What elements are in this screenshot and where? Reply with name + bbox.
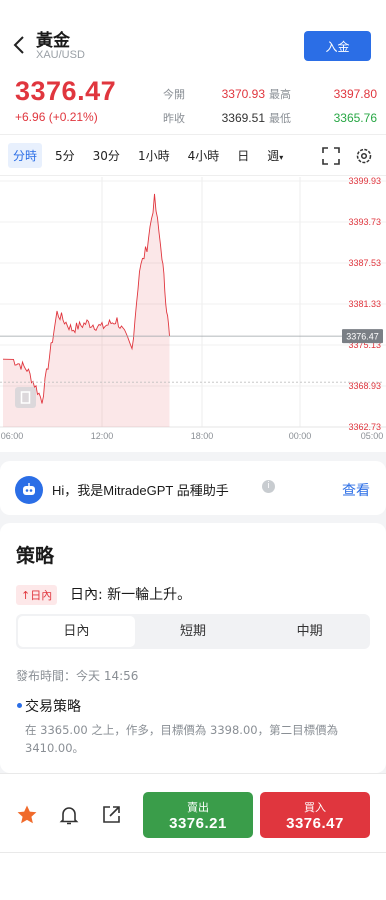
bottom-trade-bar: 賣出 3376.21 買入 3376.47: [0, 773, 386, 853]
buy-label: 買入: [304, 801, 326, 814]
strategy-headline: 日內: 新一輪上升。: [70, 587, 192, 603]
strategy-segment: 日內 短期 中期: [16, 614, 370, 649]
tab-timeframe[interactable]: 日: [232, 143, 254, 168]
segment-short-term[interactable]: 短期: [135, 616, 252, 647]
segment-intraday[interactable]: 日內: [18, 616, 135, 647]
timeframe-tabs: 分時 5分 30分 1小時 4小時 日 週▾: [0, 134, 386, 176]
tab-timeframe[interactable]: 1小時: [133, 143, 175, 168]
trend-badge: ↑日內: [16, 585, 58, 605]
low-label: 最低: [269, 112, 291, 125]
share-icon[interactable]: [100, 804, 122, 826]
tab-timeframe-dropdown[interactable]: 週▾: [262, 143, 288, 168]
price-chart[interactable]: 3399.933393.733387.533381.333375.133368.…: [0, 177, 386, 442]
trade-strategy-desc: 在 3365.00 之上，作多，目標價為 3398.00，第二目標價為 3410…: [25, 723, 339, 755]
tab-timeframe[interactable]: 5分: [50, 143, 80, 168]
trend-badge-label: 日內: [30, 589, 53, 602]
tab-timeframe: 週: [267, 148, 280, 163]
prev-close-value: 3369.51: [221, 111, 265, 125]
x-tick-label: 06:00: [1, 431, 24, 441]
current-price: 3376.47: [15, 76, 117, 106]
trade-strategy-title: 交易策略: [25, 699, 81, 715]
settings-icon[interactable]: [355, 147, 373, 165]
bottom-spacer: [0, 853, 386, 900]
strategy-card: 策略 ↑日內 日內: 新一輪上升。 日內 短期 中期 發布時間：今天 14:56…: [0, 523, 386, 773]
back-arrow-icon[interactable]: [12, 34, 28, 56]
info-icon[interactable]: i: [262, 480, 275, 493]
tab-timeframe[interactable]: 分時: [8, 142, 43, 168]
robot-icon: [15, 476, 43, 504]
watermark-logo: [15, 387, 36, 408]
gpt-greeting: Hi，我是MitradeGPT 品種助手: [52, 483, 229, 498]
current-price-tag-label: 3376.47: [346, 332, 379, 342]
y-tick-label: 3393.73: [348, 217, 381, 227]
quote-panel: 黃金 XAU/USD 入金 3376.47 +6.96 (+0.21%) 今開 …: [0, 0, 386, 452]
view-link[interactable]: 查看: [342, 480, 370, 500]
arrow-up-icon: ↑: [21, 589, 31, 602]
star-icon[interactable]: [16, 804, 38, 826]
x-tick-label: 00:00: [289, 431, 312, 441]
page-title: 黃金: [36, 31, 70, 51]
tab-timeframe[interactable]: 4小時: [183, 143, 225, 168]
y-tick-label: 3387.53: [348, 258, 381, 268]
x-tick-label: 05:00: [361, 431, 384, 441]
price-change: +6.96 (+0.21%): [15, 110, 98, 124]
y-tick-label: 3381.33: [348, 299, 381, 309]
open-value: 3370.93: [221, 87, 265, 101]
gpt-assistant-card[interactable]: Hi，我是MitradeGPT 品種助手 i 查看: [0, 461, 386, 515]
strategy-title: 策略: [16, 545, 55, 567]
deposit-button[interactable]: 入金: [304, 31, 371, 61]
high-label: 最高: [269, 88, 291, 101]
segment-mid-term[interactable]: 中期: [251, 616, 368, 647]
buy-button[interactable]: 買入 3376.47: [260, 792, 370, 838]
y-tick-label: 3399.93: [348, 177, 381, 186]
chevron-down-icon: ▾: [279, 152, 284, 162]
header: 黃金 XAU/USD 入金: [0, 26, 386, 70]
buy-price: 3376.47: [286, 815, 344, 832]
high-value: 3397.80: [333, 87, 377, 101]
fullscreen-icon[interactable]: [322, 147, 340, 165]
open-label: 今開: [163, 88, 185, 101]
sell-label: 賣出: [187, 801, 209, 814]
low-value: 3365.76: [333, 111, 377, 125]
sell-price: 3376.21: [169, 815, 227, 832]
bell-icon[interactable]: [58, 804, 80, 826]
y-tick-label: 3368.93: [348, 381, 381, 391]
sell-button[interactable]: 賣出 3376.21: [143, 792, 253, 838]
publish-time: 發布時間：今天 14:56: [16, 669, 139, 683]
x-tick-label: 18:00: [191, 431, 214, 441]
tab-timeframe[interactable]: 30分: [88, 143, 125, 168]
symbol-code: XAU/USD: [36, 49, 85, 61]
prev-close-label: 昨收: [163, 112, 185, 125]
quote-stats: 今開 3370.93 最高 3397.80 昨收 3369.51 最低 3365…: [163, 82, 378, 130]
x-tick-label: 12:00: [91, 431, 114, 441]
bullet-dot: [17, 703, 22, 708]
